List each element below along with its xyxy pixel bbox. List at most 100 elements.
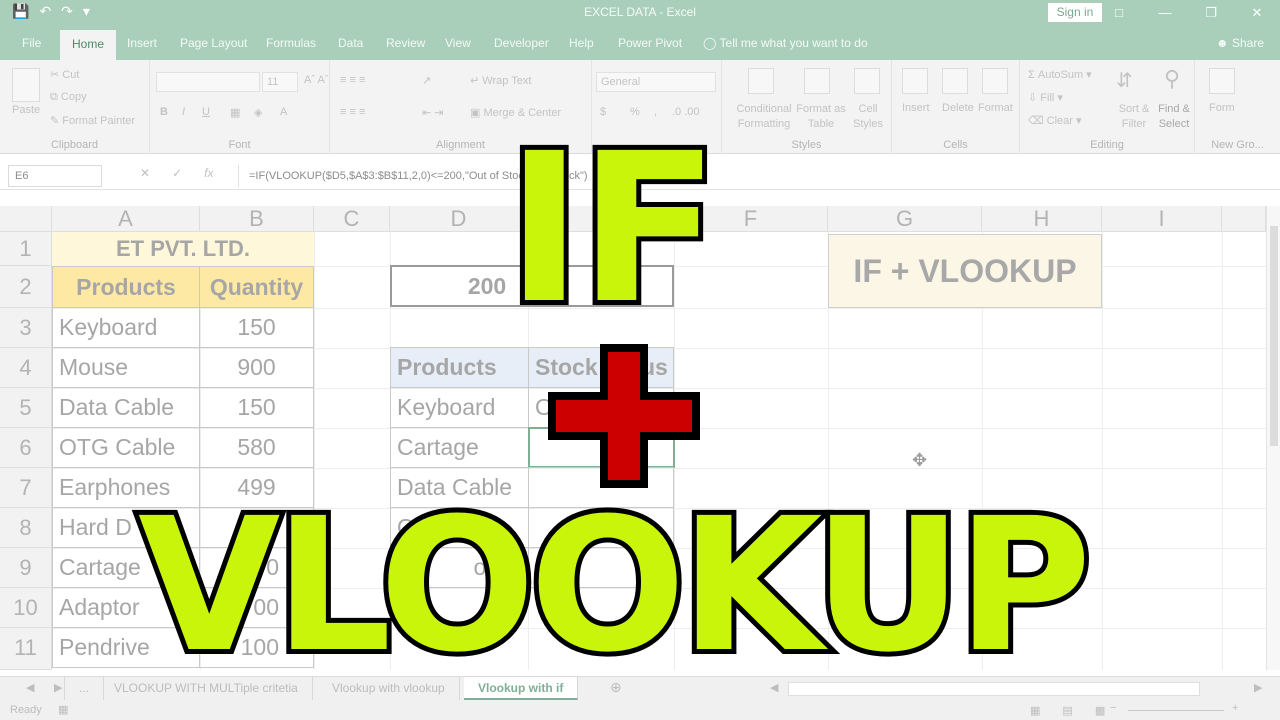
row-header-5[interactable]: 5: [0, 388, 52, 428]
autosum-button[interactable]: Σ AutoSum ▾: [1028, 68, 1092, 81]
more-sheets-button[interactable]: ...: [64, 677, 105, 700]
paste-button[interactable]: Paste: [12, 104, 40, 116]
tell-me-search[interactable]: ◯ Tell me what you want to do: [703, 36, 868, 50]
wrap-text-button[interactable]: ↵ Wrap Text: [470, 74, 531, 87]
name-box[interactable]: E6: [8, 165, 102, 187]
underline-button[interactable]: U: [202, 106, 210, 118]
row-header-7[interactable]: 7: [0, 468, 52, 508]
column-header-blank[interactable]: [1222, 206, 1266, 232]
grow-font-icon[interactable]: Aˆ Aˇ: [304, 74, 328, 86]
maximize-button[interactable]: ❐: [1188, 0, 1234, 26]
font-color-icon[interactable]: A: [280, 106, 287, 118]
indent-icon[interactable]: ⇤ ⇥: [422, 106, 444, 119]
delete-cells-icon[interactable]: [942, 68, 968, 94]
insert-cells-icon[interactable]: [902, 68, 928, 94]
italic-button[interactable]: I: [182, 106, 185, 118]
row-header-8[interactable]: 8: [0, 508, 52, 548]
scroll-right-icon[interactable]: ▶: [1254, 681, 1262, 694]
cut-button[interactable]: ✂ Cut: [50, 68, 79, 81]
row-header-3[interactable]: 3: [0, 308, 52, 348]
format-as-table-icon[interactable]: [804, 68, 830, 94]
row-header-9[interactable]: 9: [0, 548, 52, 588]
column-header-h[interactable]: H: [982, 206, 1102, 232]
sort-filter-button[interactable]: Sort & Filter: [1112, 102, 1156, 132]
share-button[interactable]: ☻ Share: [1216, 36, 1264, 50]
normal-view-icon[interactable]: ▦: [1030, 704, 1040, 717]
paste-icon[interactable]: [12, 68, 40, 102]
format-as-table-button[interactable]: Format as Table: [796, 102, 846, 132]
number-format-dropdown[interactable]: General: [596, 72, 716, 92]
tab-file[interactable]: File: [22, 36, 41, 50]
insert-function-button[interactable]: fx: [204, 166, 213, 180]
select-all-button[interactable]: [0, 206, 52, 232]
tab-developer[interactable]: Developer: [494, 36, 549, 50]
column-header-c[interactable]: C: [314, 206, 390, 232]
quantity-cell[interactable]: 150: [199, 387, 314, 428]
tab-review[interactable]: Review: [386, 36, 425, 50]
lookup-product-cell[interactable]: Keyboard: [390, 387, 529, 428]
zoom-in-icon[interactable]: +: [1232, 702, 1238, 714]
product-cell[interactable]: Keyboard: [52, 307, 200, 348]
borders-icon[interactable]: ▦: [230, 106, 240, 119]
fill-button[interactable]: ⇩ Fill ▾: [1028, 91, 1063, 104]
ribbon-display-options-icon[interactable]: □: [1096, 0, 1142, 26]
next-sheet-icon[interactable]: ▶: [54, 681, 62, 694]
form-icon[interactable]: [1209, 68, 1235, 94]
product-cell[interactable]: Mouse: [52, 347, 200, 388]
clear-button[interactable]: ⌫ Clear ▾: [1028, 114, 1082, 127]
format-cells-icon[interactable]: [982, 68, 1008, 94]
row-header-2[interactable]: 2: [0, 266, 52, 308]
cell-styles-icon[interactable]: [854, 68, 880, 94]
zoom-slider[interactable]: [1128, 710, 1224, 711]
macro-record-icon[interactable]: ▦: [58, 703, 68, 716]
find-select-button[interactable]: Find & Select: [1154, 102, 1194, 132]
tab-help[interactable]: Help: [569, 36, 594, 50]
minimize-button[interactable]: —: [1142, 0, 1188, 26]
font-name-dropdown[interactable]: [156, 72, 260, 92]
prev-sheet-icon[interactable]: ◀: [26, 681, 34, 694]
close-button[interactable]: ✕: [1234, 0, 1280, 26]
tab-view[interactable]: View: [445, 36, 471, 50]
sort-filter-icon[interactable]: ⇵: [1116, 68, 1133, 93]
quantity-cell[interactable]: 900: [199, 347, 314, 388]
conditional-formatting-button[interactable]: Conditional Formatting: [732, 102, 796, 132]
column-header-b[interactable]: B: [200, 206, 314, 232]
tab-power-pivot[interactable]: Power Pivot: [618, 36, 682, 50]
fill-color-icon[interactable]: ◈: [254, 106, 262, 119]
products-header-cell[interactable]: Products: [52, 266, 200, 308]
tab-formulas[interactable]: Formulas: [266, 36, 316, 50]
formula-input[interactable]: =IF(VLOOKUP($D5,$A$3:$B$11,2,0)<=200,"Ou…: [238, 165, 1272, 187]
form-button[interactable]: Form: [1209, 102, 1235, 114]
lookup-products-header[interactable]: Products: [390, 347, 529, 388]
row-header-1[interactable]: 1: [0, 232, 52, 266]
product-cell[interactable]: OTG Cable: [52, 427, 200, 468]
quantity-cell[interactable]: 150: [199, 307, 314, 348]
lookup-product-cell[interactable]: Cartage: [390, 427, 529, 468]
quantity-cell[interactable]: 580: [199, 427, 314, 468]
quantity-header-cell[interactable]: Quantity: [199, 266, 314, 308]
orientation-icon[interactable]: ↗: [422, 74, 431, 87]
cell-styles-button[interactable]: Cell Styles: [848, 102, 888, 132]
company-name-cell[interactable]: ET PVT. LTD.: [52, 232, 314, 266]
page-layout-view-icon[interactable]: ▤: [1062, 704, 1072, 717]
format-painter-button[interactable]: ✎ Format Painter: [50, 114, 135, 127]
tab-insert[interactable]: Insert: [127, 36, 157, 50]
tab-page-layout[interactable]: Page Layout: [180, 36, 247, 50]
cancel-formula-button[interactable]: ✕: [140, 166, 150, 180]
column-header-i[interactable]: I: [1102, 206, 1222, 232]
enter-formula-button[interactable]: ✓: [172, 166, 182, 180]
row-header-4[interactable]: 4: [0, 348, 52, 388]
product-cell[interactable]: Data Cable: [52, 387, 200, 428]
sign-in-button[interactable]: Sign in: [1048, 3, 1102, 22]
copy-button[interactable]: ⧉ Copy: [50, 91, 87, 104]
vertical-scrollbar[interactable]: [1266, 206, 1280, 670]
column-header-g[interactable]: G: [828, 206, 982, 232]
page-break-view-icon[interactable]: ▩: [1095, 704, 1105, 717]
search-icon[interactable]: ⚲: [1164, 66, 1180, 92]
align-top-icon[interactable]: ≡ ≡ ≡: [340, 74, 365, 86]
bold-button[interactable]: B: [160, 106, 168, 118]
tab-home[interactable]: Home: [60, 30, 117, 60]
scroll-thumb[interactable]: [1270, 226, 1278, 446]
column-header-a[interactable]: A: [52, 206, 200, 232]
font-size-dropdown[interactable]: 11: [262, 72, 298, 92]
